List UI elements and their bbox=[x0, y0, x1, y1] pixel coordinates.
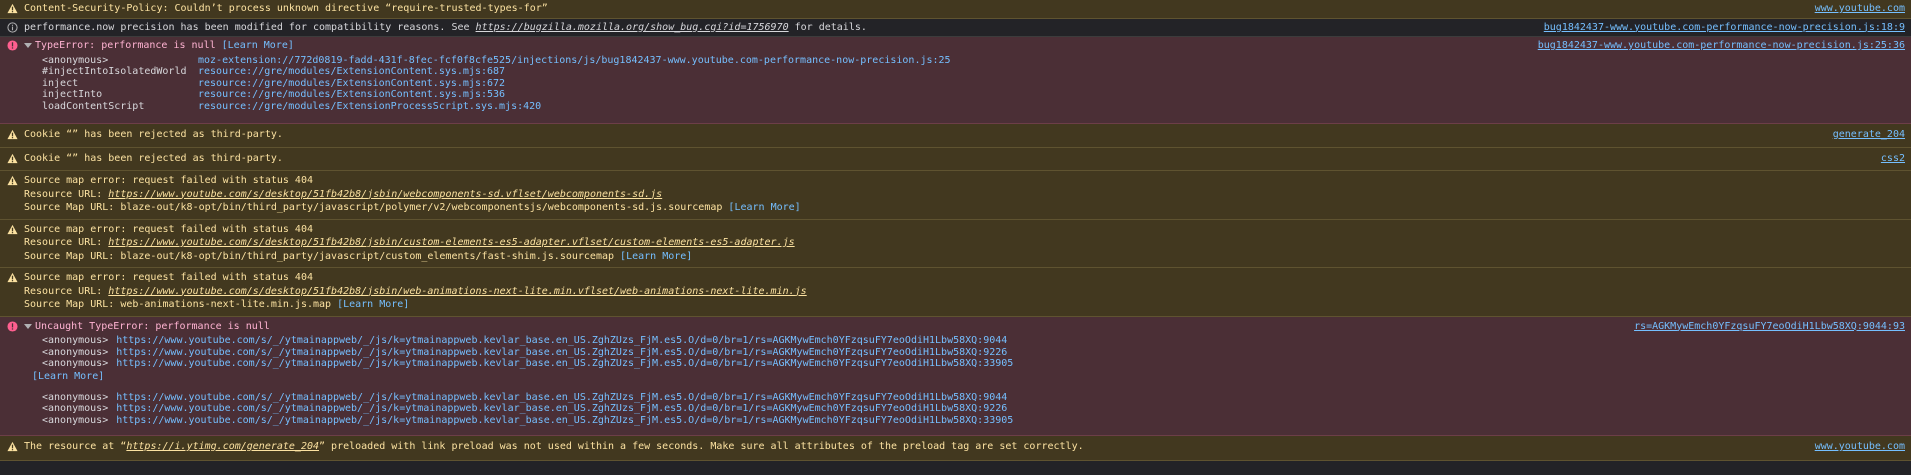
frame-function: #injectIntoIsolatedWorld bbox=[42, 66, 187, 77]
frame-source-link[interactable]: moz-extension://772d0819-fadd-431f-8fec-… bbox=[198, 55, 951, 67]
source-map-url-label: Source Map URL: bbox=[24, 250, 121, 262]
message-source-link[interactable]: generate_204 bbox=[1833, 128, 1905, 142]
message-source-link[interactable]: www.youtube.com bbox=[1815, 2, 1905, 16]
message-source-link[interactable]: bug1842437-www.youtube.com-performance-n… bbox=[1538, 39, 1905, 53]
stack-frame: <anonymous> https://www.youtube.com/s/_/y… bbox=[42, 347, 1895, 359]
warning-icon bbox=[7, 224, 18, 234]
frame-function: <anonymous> bbox=[42, 335, 109, 346]
learn-more-link[interactable]: [Learn More] bbox=[728, 202, 800, 213]
learn-more-link[interactable]: [Learn More] bbox=[620, 251, 692, 262]
expand-stack-toggle[interactable] bbox=[24, 323, 32, 329]
message-source-link[interactable]: bug1842437-www.youtube.com-performance-n… bbox=[1544, 21, 1905, 35]
frame-source-link[interactable]: https://www.youtube.com/s/_/ytmainappweb… bbox=[116, 392, 1007, 404]
frame-source-link[interactable]: resource://gre/modules/ExtensionProcessS… bbox=[198, 101, 541, 113]
frame-source-link[interactable]: resource://gre/modules/ExtensionContent.… bbox=[198, 89, 505, 101]
source-map-url: web-animations-next-lite.min.js.map bbox=[120, 299, 332, 310]
source-map-url-label: Source Map URL: bbox=[24, 299, 121, 310]
warning-icon bbox=[7, 175, 18, 186]
stack-frame: <anonymous> https://www.youtube.com/s/_/y… bbox=[42, 415, 1895, 427]
stack-frame: <anonymous> moz-extension://772d0819-fadd… bbox=[42, 55, 1895, 67]
resource-url-link[interactable]: https://www.youtube.com/s/desktop/51fb42… bbox=[108, 189, 662, 200]
warning-icon bbox=[7, 3, 18, 14]
console-output: Content-Security-Policy: Couldn’t proces… bbox=[0, 0, 1911, 475]
frame-source-link[interactable]: resource://gre/modules/ExtensionContent.… bbox=[198, 78, 505, 90]
resource-url-label: Resource URL: bbox=[24, 188, 109, 200]
frame-function: <anonymous> bbox=[42, 414, 109, 426]
stack-frame: <anonymous> https://www.youtube.com/s/_/y… bbox=[42, 358, 1895, 370]
frame-function: loadContentScript bbox=[42, 100, 145, 112]
expand-stack-toggle[interactable] bbox=[24, 43, 32, 48]
frame-source-link[interactable]: resource://gre/modules/ExtensionContent.… bbox=[198, 66, 505, 78]
message-text: Cookie “” has been rejected as third-par… bbox=[24, 152, 283, 164]
frame-function: inject bbox=[42, 77, 79, 89]
stack-trace: <anonymous> moz-extension://772d0819-fadd… bbox=[24, 55, 1895, 113]
message-text: performance.now precision has been modif… bbox=[24, 21, 476, 33]
source-map-url: blaze-out/k8-opt/bin/third_party/javascr… bbox=[120, 202, 723, 213]
message-source-link[interactable]: css2 bbox=[1881, 152, 1905, 166]
console-message-warning: Source map error: request failed with st… bbox=[0, 219, 1911, 268]
learn-more-link[interactable]: [Learn More] bbox=[32, 370, 1895, 384]
message-text: Cookie “” has been rejected as third-par… bbox=[24, 129, 283, 140]
console-message-warning: Source map error: request failed with st… bbox=[0, 171, 1911, 220]
console-message-error: TypeError: performance is null [Learn Mo… bbox=[0, 37, 1911, 124]
console-message-warning: Cookie “” has been rejected as third-par… bbox=[0, 147, 1911, 171]
stack-trace: <anonymous> https://www.youtube.com/s/_/y… bbox=[24, 335, 1895, 426]
resource-url-link[interactable]: https://www.youtube.com/s/desktop/51fb42… bbox=[108, 237, 794, 248]
stack-frame: inject resource://gre/modules/ExtensionCo… bbox=[42, 78, 1895, 90]
resource-url-label: Resource URL: bbox=[24, 237, 109, 248]
warning-icon bbox=[7, 153, 18, 163]
message-text: Source map error: request failed with st… bbox=[24, 272, 313, 283]
info-icon bbox=[7, 21, 18, 33]
stack-frame: injectInto resource://gre/modules/Extensi… bbox=[42, 89, 1895, 101]
frame-function: <anonymous> bbox=[42, 403, 109, 414]
warning-icon bbox=[7, 272, 18, 283]
learn-more-link[interactable]: [Learn More] bbox=[337, 299, 409, 310]
frame-source-link[interactable]: https://www.youtube.com/s/_/ytmainappweb… bbox=[116, 415, 1013, 427]
frame-function: <anonymous> bbox=[42, 358, 109, 369]
console-message-error: Uncaught TypeError: performance is null … bbox=[0, 316, 1911, 436]
warning-icon bbox=[7, 129, 18, 140]
stack-frame: <anonymous> https://www.youtube.com/s/_/y… bbox=[42, 403, 1895, 415]
message-text-suffix: for details. bbox=[788, 21, 867, 33]
resource-url-label: Resource URL: bbox=[24, 285, 109, 297]
console-message-warning: Content-Security-Policy: Couldn’t proces… bbox=[0, 0, 1911, 19]
message-source-link[interactable]: rs=AGKMywEmch0YFzqsuFY7eoOdiH1Lbw58XQ:90… bbox=[1634, 320, 1905, 334]
stack-frame: <anonymous> https://www.youtube.com/s/_/y… bbox=[42, 335, 1895, 347]
frame-function: injectInto bbox=[42, 89, 103, 100]
message-text-suffix: ” preloaded with link preload was not us… bbox=[319, 441, 1084, 452]
source-map-url-label: Source Map URL: bbox=[24, 202, 121, 213]
message-text: Source map error: request failed with st… bbox=[24, 175, 313, 186]
error-icon bbox=[7, 320, 18, 332]
stack-frame: loadContentScript resource://gre/modules/… bbox=[42, 101, 1895, 113]
frame-source-link[interactable]: https://www.youtube.com/s/_/ytmainappweb… bbox=[116, 335, 1007, 347]
stack-frame: <anonymous> https://www.youtube.com/s/_/y… bbox=[42, 392, 1895, 404]
frame-function: <anonymous> bbox=[42, 346, 109, 358]
message-text: Uncaught TypeError: performance is null bbox=[35, 320, 270, 332]
source-map-url: blaze-out/k8-opt/bin/third_party/javascr… bbox=[120, 250, 615, 262]
message-text: Source map error: request failed with st… bbox=[24, 223, 313, 235]
console-message-warning: Cookie “” has been rejected as third-par… bbox=[0, 124, 1911, 148]
frame-function: <anonymous> bbox=[42, 391, 109, 403]
bugzilla-link[interactable]: https://bugzilla.mozilla.org/show_bug.cg… bbox=[476, 22, 789, 33]
message-text: The resource at “ bbox=[24, 441, 127, 452]
warning-icon bbox=[7, 441, 18, 452]
console-message-warning: The resource at “https://i.ytimg.com/gen… bbox=[0, 436, 1911, 461]
message-source-link[interactable]: www.youtube.com bbox=[1815, 440, 1905, 454]
frame-source-link[interactable]: https://www.youtube.com/s/_/ytmainappweb… bbox=[116, 347, 1007, 359]
frame-function: <anonymous> bbox=[42, 54, 109, 66]
stack-frame: #injectIntoIsolatedWorld resource://gre/m… bbox=[42, 66, 1895, 78]
message-text: Content-Security-Policy: Couldn’t proces… bbox=[24, 3, 548, 14]
frame-source-link[interactable]: https://www.youtube.com/s/_/ytmainappweb… bbox=[116, 403, 1007, 415]
message-text: TypeError: performance is null bbox=[35, 40, 222, 51]
learn-more-link[interactable]: [Learn More] bbox=[222, 40, 294, 51]
resource-url-link[interactable]: https://www.youtube.com/s/desktop/51fb42… bbox=[108, 286, 806, 297]
frame-source-link[interactable]: https://www.youtube.com/s/_/ytmainappweb… bbox=[116, 358, 1013, 370]
preload-resource-link[interactable]: https://i.ytimg.com/generate_204 bbox=[126, 441, 319, 452]
console-message-warning: Source map error: request failed with st… bbox=[0, 268, 1911, 317]
console-message-info: performance.now precision has been modif… bbox=[0, 18, 1911, 37]
error-icon bbox=[7, 40, 18, 51]
